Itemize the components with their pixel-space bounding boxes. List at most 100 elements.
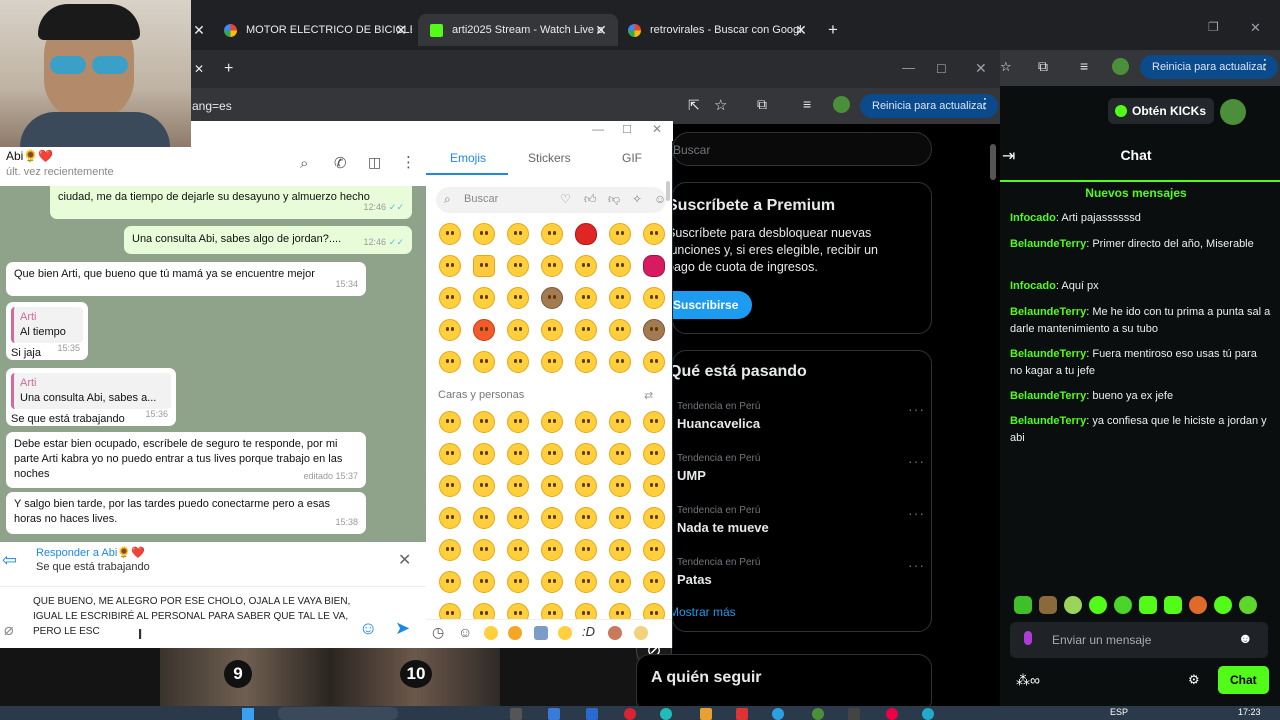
tab-stickers[interactable]: Stickers: [528, 151, 571, 165]
emote-icon[interactable]: [1064, 596, 1082, 614]
emoji-icon[interactable]: [609, 351, 631, 373]
emoji-icon[interactable]: [609, 571, 631, 593]
gear-icon[interactable]: ⚙: [1188, 672, 1200, 688]
cancel-reply-icon[interactable]: ✕: [398, 550, 411, 570]
quoted-message[interactable]: Arti Al tiempo: [11, 307, 83, 343]
app-icon[interactable]: [700, 708, 712, 720]
window-close-icon[interactable]: ✕: [652, 122, 662, 136]
call-icon[interactable]: ✆: [334, 154, 347, 172]
tab-close-icon[interactable]: ✕: [194, 62, 204, 76]
smiley-category-icon[interactable]: ☺: [458, 624, 472, 640]
emoji-icon[interactable]: [507, 539, 529, 561]
emoji-icon[interactable]: [473, 571, 495, 593]
avatar[interactable]: [1220, 99, 1246, 125]
emoji-icon[interactable]: [609, 507, 631, 529]
menu-dots-icon[interactable]: ⋮: [978, 95, 992, 112]
emoji-icon[interactable]: [541, 255, 563, 277]
emote-icon[interactable]: [1164, 596, 1182, 614]
emoji-icon[interactable]: [439, 443, 461, 465]
avatar[interactable]: [833, 96, 850, 113]
bookmark-star-icon[interactable]: ☆: [714, 96, 727, 114]
emoji-icon[interactable]: [575, 507, 597, 529]
tab-close-icon[interactable]: ✕: [190, 14, 208, 46]
emoji-icon[interactable]: [473, 443, 495, 465]
subscribe-button[interactable]: Suscribirse: [659, 291, 753, 319]
emoji-icon[interactable]: [575, 475, 597, 497]
emoji-icon[interactable]: [643, 539, 665, 561]
maximize-icon[interactable]: ☐: [622, 123, 632, 136]
app-icon[interactable]: [624, 708, 636, 720]
emoji-icon[interactable]: [507, 223, 529, 245]
emoji-icon[interactable]: [541, 507, 563, 529]
sparkle-icon[interactable]: ✧: [632, 192, 642, 206]
more-icon[interactable]: ···: [908, 453, 925, 469]
emoji-icon[interactable]: [609, 287, 631, 309]
scrollbar[interactable]: [666, 181, 670, 201]
emoji-icon[interactable]: [609, 443, 631, 465]
emote-icon[interactable]: [1114, 596, 1132, 614]
emoji-icon[interactable]: [609, 223, 631, 245]
emoji-icon[interactable]: [575, 443, 597, 465]
emoji-icon[interactable]: [575, 287, 597, 309]
emoji-icon[interactable]: [473, 411, 495, 433]
emoji-icon[interactable]: [643, 411, 665, 433]
windows-start-icon[interactable]: [242, 708, 254, 720]
emoji-icon[interactable]: [473, 351, 495, 373]
emote-icon[interactable]: [1139, 596, 1157, 614]
emoji-icon[interactable]: [643, 443, 665, 465]
emoji-icon[interactable]: [473, 539, 495, 561]
emoji-icon[interactable]: [643, 507, 665, 529]
emoji-icon[interactable]: [609, 411, 631, 433]
emoji-icon[interactable]: [609, 319, 631, 341]
clock[interactable]: 17:23: [1238, 707, 1261, 717]
more-icon[interactable]: ···: [908, 557, 925, 573]
emoji-icon[interactable]: [439, 571, 461, 593]
app-icon[interactable]: [812, 708, 824, 720]
emoji-icon[interactable]: [575, 319, 597, 341]
app-icon[interactable]: [548, 708, 560, 720]
emoji-icon[interactable]: [643, 319, 665, 341]
show-more-link[interactable]: Mostrar más: [669, 605, 736, 619]
app-icon[interactable]: [886, 708, 898, 720]
media-icon[interactable]: ≡: [803, 96, 811, 112]
message-input[interactable]: QUE BUENO, ME ALEGRO POR ESE CHOLO, OJAL…: [33, 594, 353, 639]
emoji-icon[interactable]: [473, 319, 495, 341]
scrollbar[interactable]: [990, 144, 996, 180]
emoji-icon[interactable]: [439, 255, 461, 277]
emoji-icon[interactable]: [575, 539, 597, 561]
new-tab-button[interactable]: +: [823, 14, 843, 46]
emote-icon[interactable]: [1189, 596, 1207, 614]
chat-input[interactable]: Enviar un mensaje ☻: [1010, 622, 1268, 658]
emoji-icon[interactable]: [643, 571, 665, 593]
emoji-icon[interactable]: [643, 223, 665, 245]
chat-username[interactable]: Infocado: [1010, 280, 1056, 292]
emoji-icon[interactable]: [439, 351, 461, 373]
emoji-icon[interactable]: [541, 411, 563, 433]
emote-icon[interactable]: [1239, 596, 1257, 614]
trend-item[interactable]: Tendencia en Perú Nada te mueve ···: [673, 505, 931, 549]
bookmark-star-icon[interactable]: ☆: [1000, 59, 1012, 75]
emoji-icon[interactable]: [541, 319, 563, 341]
emoji-icon[interactable]: [541, 287, 563, 309]
emoji-icon[interactable]: [575, 571, 597, 593]
emoji-icon[interactable]: [473, 475, 495, 497]
app-icon[interactable]: [510, 708, 522, 720]
extensions-icon[interactable]: ⧉: [757, 96, 767, 113]
more-icon[interactable]: ···: [908, 401, 925, 417]
emoji-icon[interactable]: ☻: [1238, 630, 1253, 646]
trend-item[interactable]: Tendencia en Perú Patas ···: [673, 557, 931, 601]
send-icon[interactable]: ➤: [395, 618, 410, 639]
emoji-icon[interactable]: [643, 351, 665, 373]
wa-contact[interactable]: Abi🌻❤️ últ. vez recientemente: [0, 147, 190, 183]
quoted-message[interactable]: Arti Una consulta Abi, sabes a...: [11, 373, 171, 409]
emoji-icon[interactable]: [439, 539, 461, 561]
menu-dots-icon[interactable]: ⋮: [401, 153, 416, 171]
thumbs-up-icon[interactable]: 👍︎: [584, 192, 597, 207]
skin-tone-icon[interactable]: ⇄: [644, 389, 653, 402]
language-indicator[interactable]: ESP: [1110, 707, 1128, 717]
emote-icon[interactable]: [1039, 596, 1057, 614]
heart-emoji-icon[interactable]: [575, 223, 597, 245]
minimize-icon[interactable]: —: [592, 122, 604, 136]
emoji-icon[interactable]: [507, 411, 529, 433]
category-icon[interactable]: [534, 626, 548, 640]
